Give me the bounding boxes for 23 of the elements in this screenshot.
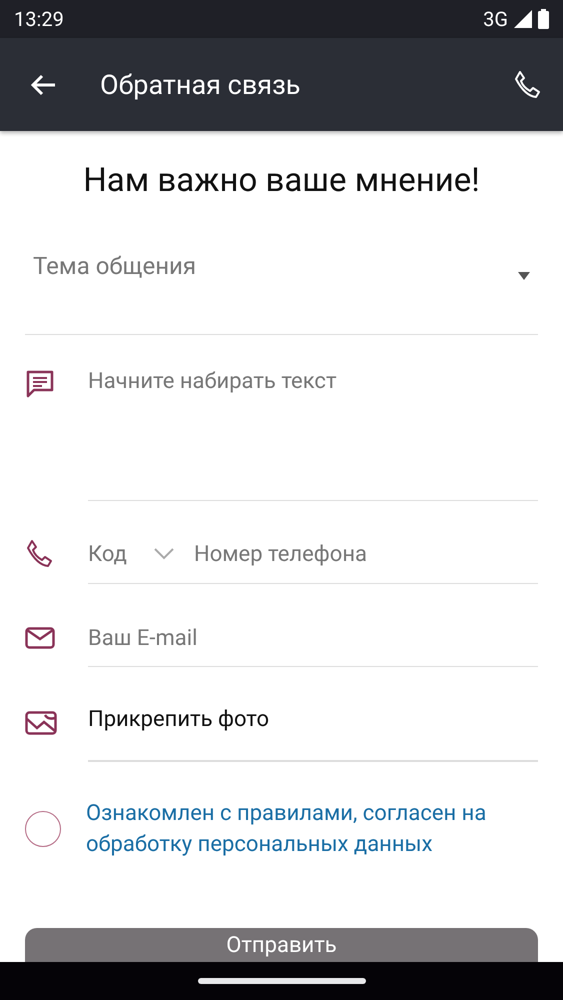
message-field[interactable]: Начните набирать текст: [88, 369, 538, 394]
consent-checkbox[interactable]: [25, 811, 61, 847]
dropdown-arrow-icon: [518, 272, 530, 280]
call-icon[interactable]: [513, 70, 541, 100]
image-icon: [25, 711, 57, 735]
network-type: 3G: [483, 7, 508, 31]
attach-photo-link[interactable]: Прикрепить фото: [88, 707, 269, 732]
message-icon: [25, 369, 55, 399]
email-field[interactable]: Ваш E-mail: [88, 626, 538, 650]
phone-field[interactable]: Номер телефона: [194, 542, 538, 566]
back-icon[interactable]: [30, 74, 56, 96]
home-handle[interactable]: [198, 978, 366, 984]
clock: 13:29: [14, 7, 64, 31]
country-code-field[interactable]: Код: [88, 542, 148, 566]
topic-dropdown[interactable]: Тема общения: [33, 252, 518, 280]
phone-icon: [25, 539, 53, 569]
heading: Нам важно ваше мнение!: [82, 161, 481, 200]
envelope-icon: [25, 627, 55, 649]
chevron-down-icon[interactable]: [154, 548, 174, 560]
signal-icon: [514, 10, 532, 28]
battery-icon: [538, 9, 549, 29]
consent-text: Ознакомлен с правилами, согласен на обработку персональных данных: [86, 800, 488, 859]
screen-title: Обратная связь: [100, 68, 302, 100]
